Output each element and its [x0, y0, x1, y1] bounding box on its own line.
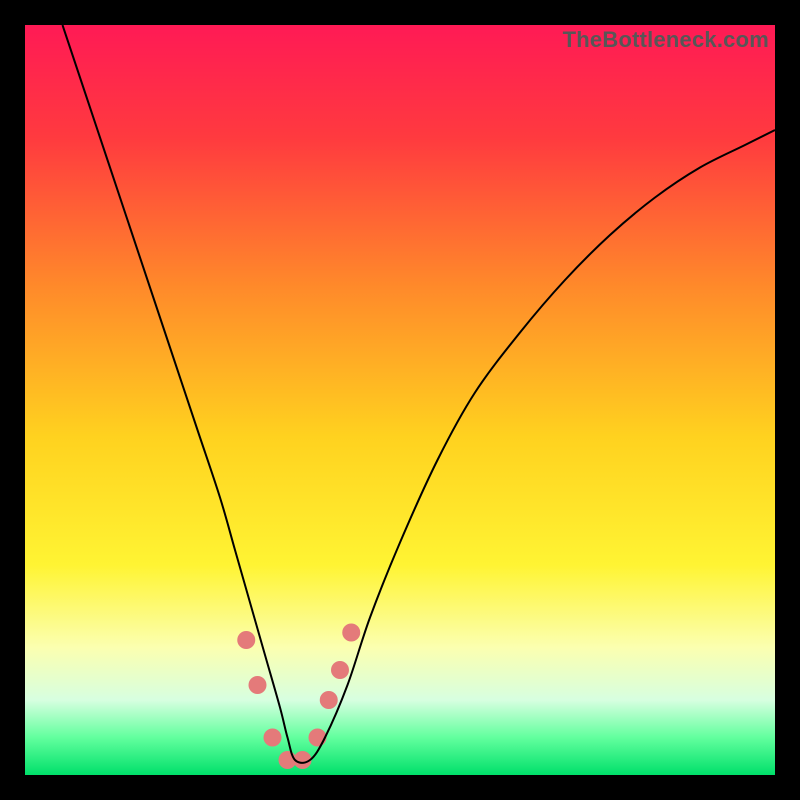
watermark-text: TheBottleneck.com [563, 27, 769, 53]
highlight-dot [264, 729, 282, 747]
highlight-dots-group [237, 624, 360, 770]
plot-area: TheBottleneck.com [25, 25, 775, 775]
highlight-dot [237, 631, 255, 649]
highlight-dot [331, 661, 349, 679]
highlight-dot [309, 729, 327, 747]
chart-frame: TheBottleneck.com [25, 25, 775, 775]
highlight-dot [249, 676, 267, 694]
highlight-dot [342, 624, 360, 642]
bottleneck-curve [63, 25, 776, 763]
highlight-dot [320, 691, 338, 709]
curve-layer [25, 25, 775, 775]
